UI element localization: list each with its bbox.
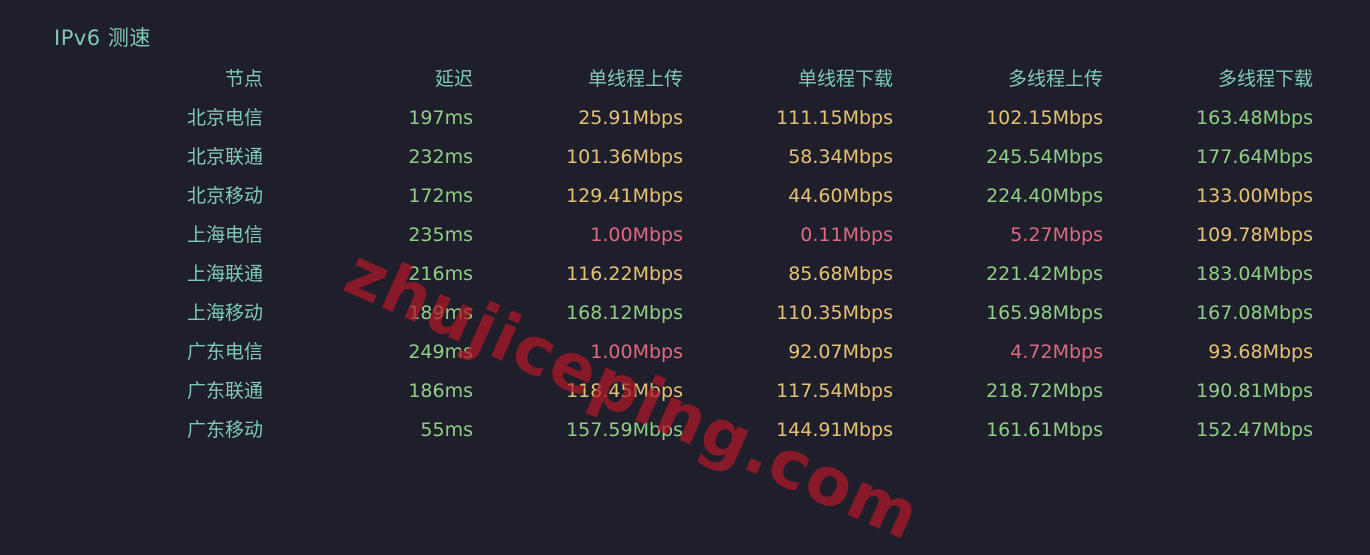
multi-download-cell: 190.81Mbps — [1196, 380, 1313, 402]
table-row: 北京移动 172ms 129.41Mbps 44.60Mbps 224.40Mbps 13… — [0, 177, 1313, 216]
table-header-row: 节点 延迟 单线程上传 单线程下载 多线程上传 多线程下载 — [0, 60, 1313, 99]
table-body: 北京电信 197ms 25.91Mbps 111.15Mbps 102.15Mbps 16… — [0, 99, 1313, 450]
latency-cell: 232ms — [408, 146, 473, 168]
multi-upload-cell: 224.40Mbps — [986, 185, 1103, 207]
node-name-cell: 上海电信 — [186, 224, 263, 246]
table-row: 上海移动 189ms 168.12Mbps 110.35Mbps 165.98Mbps 1… — [0, 294, 1313, 333]
table-row: 北京联通 232ms 101.36Mbps 58.34Mbps 245.54Mbps 17… — [0, 138, 1313, 177]
single-upload-cell: 118.45Mbps — [566, 380, 683, 402]
latency-cell: 55ms — [420, 419, 473, 441]
table-row: 广东联通 186ms 118.45Mbps 117.54Mbps 218.72Mbps 1… — [0, 372, 1313, 411]
table-row: 广东电信 249ms 1.00Mbps 92.07Mbps 4.72Mbps 93.68M… — [0, 333, 1313, 372]
column-header-node: 节点 — [224, 68, 263, 90]
multi-download-cell: 152.47Mbps — [1196, 419, 1313, 441]
multi-upload-cell: 221.42Mbps — [986, 263, 1103, 285]
node-name-cell: 广东电信 — [186, 341, 263, 363]
multi-upload-cell: 218.72Mbps — [986, 380, 1103, 402]
multi-upload-cell: 161.61Mbps — [986, 419, 1103, 441]
latency-cell: 172ms — [408, 185, 473, 207]
latency-cell: 186ms — [408, 380, 473, 402]
single-upload-cell: 168.12Mbps — [566, 302, 683, 324]
single-download-cell: 85.68Mbps — [788, 263, 893, 285]
node-name-cell: 北京电信 — [186, 107, 263, 129]
multi-download-cell: 183.04Mbps — [1196, 263, 1313, 285]
section-title: IPv6 测速 — [54, 26, 151, 50]
single-download-cell: 111.15Mbps — [776, 107, 893, 129]
single-upload-cell: 116.22Mbps — [566, 263, 683, 285]
node-name-cell: 上海移动 — [186, 302, 263, 324]
single-upload-cell: 129.41Mbps — [566, 185, 683, 207]
multi-download-cell: 167.08Mbps — [1196, 302, 1313, 324]
node-name-cell: 北京移动 — [186, 185, 263, 207]
table-row: 上海电信 235ms 1.00Mbps 0.11Mbps 5.27Mbps 109.78M… — [0, 216, 1313, 255]
column-header-latency: 延迟 — [434, 68, 473, 90]
node-name-cell: 上海联通 — [186, 263, 263, 285]
latency-cell: 235ms — [408, 224, 473, 246]
single-download-cell: 92.07Mbps — [788, 341, 893, 363]
single-download-cell: 44.60Mbps — [788, 185, 893, 207]
multi-upload-cell: 245.54Mbps — [986, 146, 1103, 168]
table-row: 上海联通 216ms 116.22Mbps 85.68Mbps 221.42Mbps 18… — [0, 255, 1313, 294]
multi-upload-cell: 4.72Mbps — [1010, 341, 1103, 363]
latency-cell: 216ms — [408, 263, 473, 285]
single-download-cell: 58.34Mbps — [788, 146, 893, 168]
column-header-multi-upload: 多线程上传 — [1007, 68, 1103, 90]
single-download-cell: 110.35Mbps — [776, 302, 893, 324]
latency-cell: 197ms — [408, 107, 473, 129]
table-row: 广东移动 55ms 157.59Mbps 144.91Mbps 161.61Mbps 15… — [0, 411, 1313, 450]
single-upload-cell: 157.59Mbps — [566, 419, 683, 441]
single-download-cell: 0.11Mbps — [800, 224, 893, 246]
table-row: 北京电信 197ms 25.91Mbps 111.15Mbps 102.15Mbps 16… — [0, 99, 1313, 138]
multi-download-cell: 163.48Mbps — [1196, 107, 1313, 129]
multi-download-cell: 177.64Mbps — [1196, 146, 1313, 168]
multi-download-cell: 93.68Mbps — [1208, 341, 1313, 363]
node-name-cell: 北京联通 — [186, 146, 263, 168]
single-download-cell: 144.91Mbps — [776, 419, 893, 441]
multi-download-cell: 133.00Mbps — [1196, 185, 1313, 207]
node-name-cell: 广东联通 — [186, 380, 263, 402]
column-header-multi-download: 多线程下载 — [1217, 68, 1313, 90]
single-upload-cell: 25.91Mbps — [578, 107, 683, 129]
multi-download-cell: 109.78Mbps — [1196, 224, 1313, 246]
single-upload-cell: 1.00Mbps — [590, 224, 683, 246]
column-header-single-upload: 单线程上传 — [587, 68, 683, 90]
multi-upload-cell: 165.98Mbps — [986, 302, 1103, 324]
single-download-cell: 117.54Mbps — [776, 380, 893, 402]
speed-test-table: 节点 延迟 单线程上传 单线程下载 多线程上传 多线程下载 北京电信 197ms 2… — [0, 60, 1313, 450]
node-name-cell: 广东移动 — [186, 419, 263, 441]
multi-upload-cell: 102.15Mbps — [986, 107, 1103, 129]
multi-upload-cell: 5.27Mbps — [1010, 224, 1103, 246]
latency-cell: 249ms — [408, 341, 473, 363]
column-header-single-download: 单线程下载 — [797, 68, 893, 90]
latency-cell: 189ms — [408, 302, 473, 324]
single-upload-cell: 1.00Mbps — [590, 341, 683, 363]
single-upload-cell: 101.36Mbps — [566, 146, 683, 168]
